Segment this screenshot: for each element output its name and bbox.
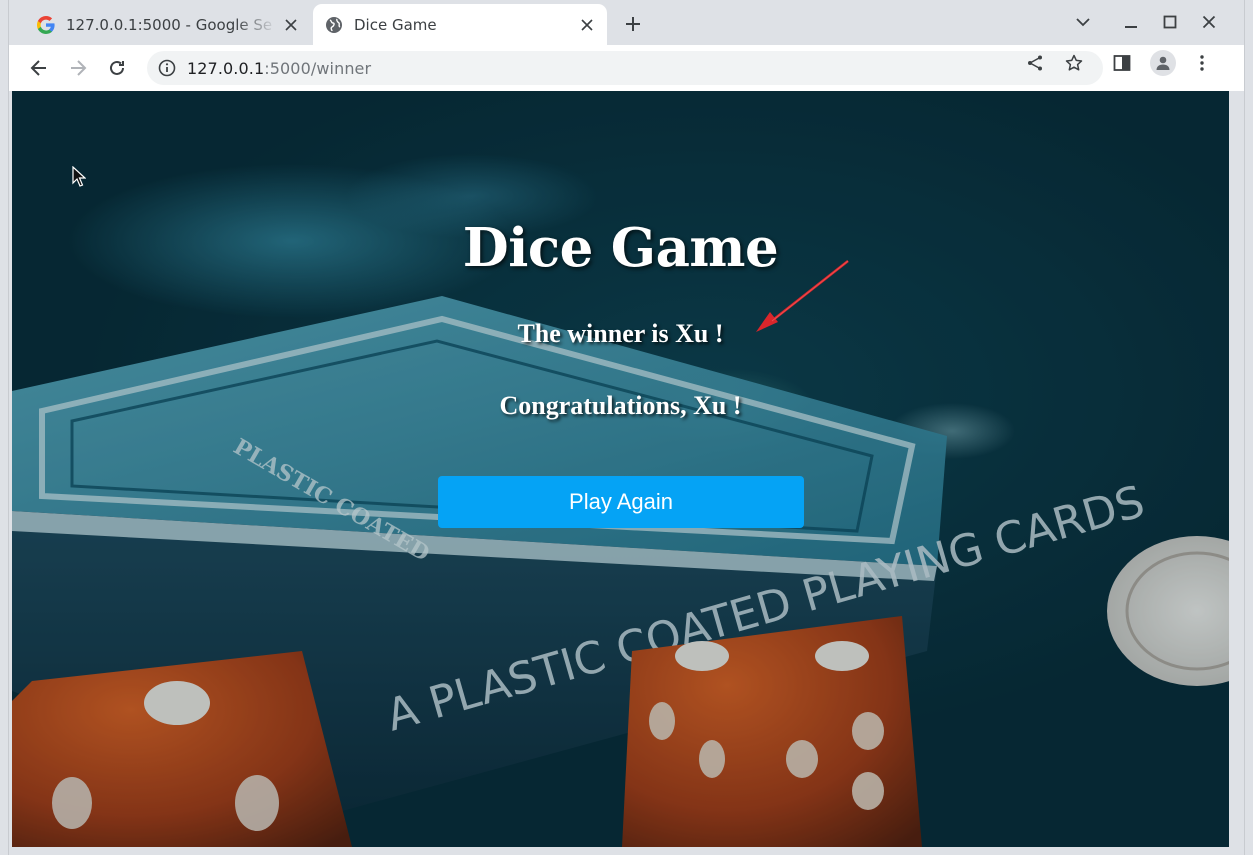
tab-title: Dice Game <box>354 15 437 34</box>
url-host: 127.0.0.1 <box>187 58 265 78</box>
back-button[interactable] <box>25 54 53 82</box>
close-icon <box>1202 15 1216 29</box>
maximize-icon <box>1163 15 1177 29</box>
close-icon[interactable] <box>579 17 595 33</box>
tab-search-button[interactable] <box>1070 10 1096 34</box>
minimize-icon <box>1125 26 1137 28</box>
menu-icon[interactable] <box>1191 52 1213 74</box>
browser-window: 127.0.0.1:5000 - Google Se Dice Game 127… <box>8 0 1245 855</box>
browser-toolbar: 127.0.0.1:5000/winner <box>9 45 1244 91</box>
tab-title: 127.0.0.1:5000 - Google Se <box>66 15 273 34</box>
url-text: 127.0.0.1:5000/winner <box>187 59 371 78</box>
info-icon[interactable] <box>157 58 177 78</box>
star-icon[interactable] <box>1063 52 1085 74</box>
tab-dice-game[interactable]: Dice Game <box>313 4 607 45</box>
google-icon <box>37 15 55 34</box>
annotation-arrow <box>756 260 849 332</box>
globe-icon <box>325 16 343 34</box>
tab-strip: 127.0.0.1:5000 - Google Se Dice Game <box>9 0 1244 45</box>
arrow-left-icon <box>30 60 46 76</box>
reload-button[interactable] <box>103 54 131 82</box>
chevron-down-icon <box>1076 18 1090 27</box>
mouse-cursor-icon <box>72 166 86 187</box>
arrow-right-icon <box>71 60 87 76</box>
side-panel-icon[interactable] <box>1111 52 1133 74</box>
forward-button[interactable] <box>64 54 92 82</box>
close-window-button[interactable] <box>1196 10 1222 34</box>
tab-google-search[interactable]: 127.0.0.1:5000 - Google Se <box>25 4 311 45</box>
new-tab-button[interactable] <box>621 12 645 36</box>
plus-icon <box>626 17 640 31</box>
maximize-button[interactable] <box>1157 10 1183 34</box>
minimize-button[interactable] <box>1118 10 1144 34</box>
share-icon[interactable] <box>1024 52 1046 74</box>
page-viewport: A PLASTIC COATED PLAYING CARDS PLASTIC C… <box>12 91 1229 847</box>
close-icon[interactable] <box>283 17 299 33</box>
profile-avatar[interactable] <box>1150 50 1176 76</box>
person-icon <box>1156 56 1170 70</box>
address-bar[interactable]: 127.0.0.1:5000/winner <box>147 51 1103 85</box>
url-path: :5000/winner <box>264 58 372 78</box>
reload-icon <box>110 60 124 75</box>
